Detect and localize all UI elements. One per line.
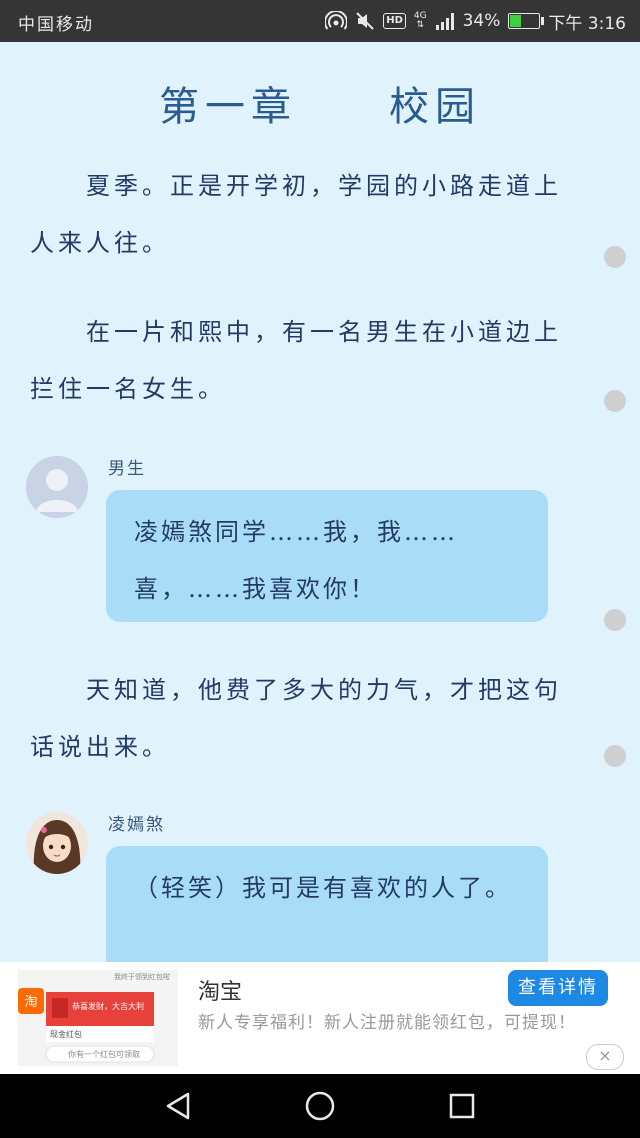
reader-content[interactable]: 第一章 校园 夏季。正是开学初，学园的小路走道上人来人往。 在一片和熙中，有一名… [0,42,640,962]
home-button[interactable] [304,1090,336,1122]
comment-dot[interactable] [604,745,626,767]
view-details-button[interactable]: 查看详情 [508,970,608,1006]
comment-dot[interactable] [604,390,626,412]
ad-title: 淘宝 [198,980,243,1005]
close-icon: × [598,1046,612,1065]
battery-level [510,15,521,27]
recents-button[interactable] [446,1090,478,1122]
speaker-name: 男生 [108,459,146,479]
comment-dot[interactable] [604,246,626,268]
ad-description: 新人专享福利！新人注册就能领红包，可提现！ [198,1013,576,1033]
back-button[interactable] [162,1090,194,1122]
avatar-girl[interactable] [26,812,88,874]
svg-text:淘: 淘 [24,995,37,1010]
person-icon [26,456,88,518]
navigation-bar [0,1074,640,1138]
battery-icon [508,13,545,29]
battery-percent: 34% [462,11,501,31]
speaker-name: 凌嫣煞 [108,815,165,835]
ad-image-footer: 你有一个红包可领取 [68,1050,140,1059]
data-arrows-icon: ⇅ [416,20,425,30]
anime-girl-avatar-icon [26,812,88,874]
home-icon [305,1091,335,1121]
ad-close-button[interactable]: × [586,1044,624,1070]
status-bar: 中国移动 HD 4G ⇅ 34% 下午 3:16 [0,0,640,42]
network-type: 4G ⇅ [414,12,427,30]
dialog-bubble: （轻笑）我可是有喜欢的人了。 [106,846,548,962]
chapter-title: 第一章 校园 [159,84,481,130]
signal-icon [435,12,455,30]
recents-icon [449,1093,475,1119]
story-paragraph: 夏季。正是开学初，学园的小路走道上人来人往。 [30,172,562,257]
story-paragraph: 天知道，他费了多大的力气，才把这句话说出来。 [30,676,562,761]
back-icon [166,1092,190,1120]
clock: 下午 3:16 [548,13,626,34]
ad-banner[interactable]: 淘 我终于领到红包啦 恭喜发财，大吉大利 现金红包 你有一个红包可领取 淘宝 新… [0,962,640,1074]
comment-dot[interactable] [604,609,626,631]
ad-image[interactable]: 淘 我终于领到红包啦 恭喜发财，大吉大利 现金红包 你有一个红包可领取 [18,970,178,1066]
ad-image-banner: 恭喜发财，大吉大利 [72,1002,144,1011]
hotspot-icon [325,11,348,31]
ad-image-label: 现金红包 [50,1030,82,1039]
story-paragraph: 在一片和熙中，有一名男生在小道边上拦住一名女生。 [30,318,562,403]
mute-icon [355,11,375,31]
hd-icon: HD [383,13,406,29]
dialog-bubble: 凌嫣煞同学……我，我……喜，……我喜欢你！ [106,490,548,622]
avatar-default[interactable] [26,456,88,518]
ad-image-header: 我终于领到红包啦 [114,973,170,981]
carrier-name: 中国移动 [18,15,94,35]
